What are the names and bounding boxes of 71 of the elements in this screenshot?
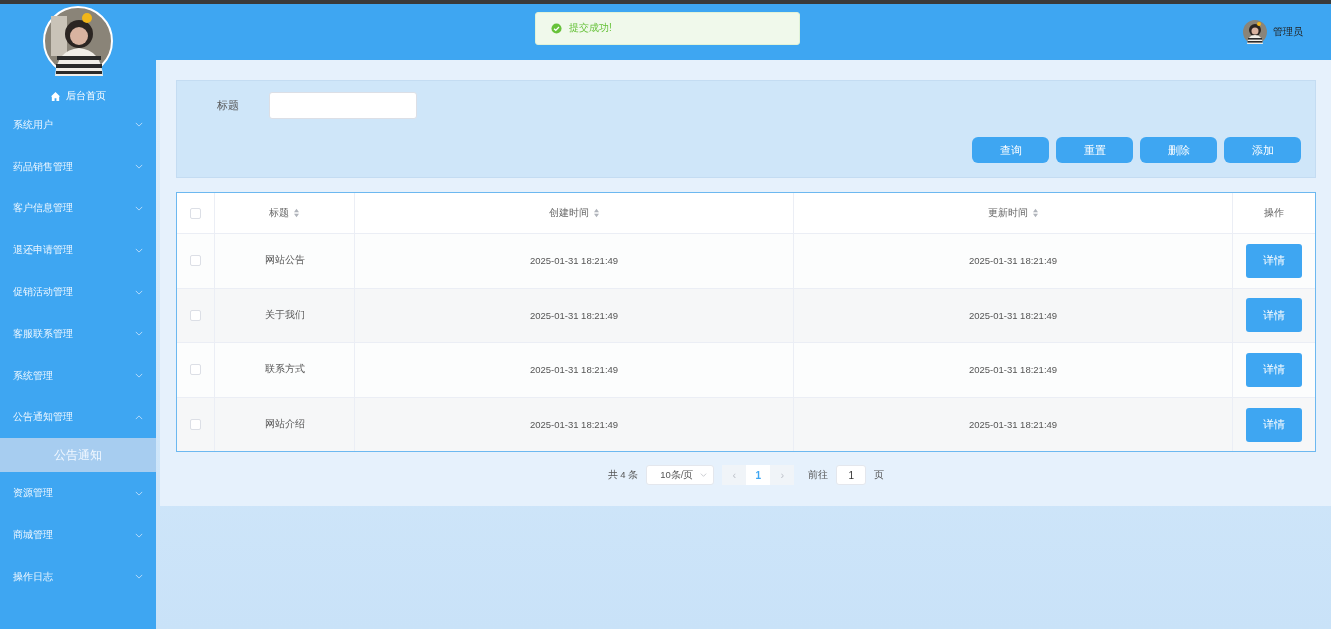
table-cell: 2025-01-31 18:21:49 [529,419,619,431]
home-link[interactable]: 后台首页 [0,88,156,104]
menu-item[interactable]: 客户信息管理 [0,187,156,230]
toast-message: 提交成功! [569,21,612,35]
select-all-checkbox[interactable] [190,207,201,219]
chevron-icon [135,164,143,170]
menu-item[interactable]: 药品销售管理 [0,145,156,188]
table-cell: 2025-01-31 18:21:49 [529,255,619,267]
chevron-icon [135,532,143,538]
row-checkbox[interactable] [190,309,201,321]
detail-button[interactable]: 详情 [1246,298,1302,333]
next-page-button[interactable]: › [770,465,795,486]
page-unit: 页 [874,468,885,482]
sort-icon[interactable] [1031,208,1039,218]
table-cell: 2025-01-31 18:21:49 [968,419,1058,431]
table-cell: 2025-01-31 18:21:49 [529,364,619,376]
menu-item[interactable]: 促销活动管理 [0,271,156,313]
action-button[interactable]: 删除 [1140,137,1217,163]
menu-item[interactable]: 退还申请管理 [0,229,156,272]
sort-icon[interactable] [592,208,600,218]
table-cell: 2025-01-31 18:21:49 [968,364,1058,376]
menu-item[interactable]: 系统用户 [0,104,156,146]
detail-button[interactable]: 详情 [1246,243,1302,278]
chevron-icon [135,122,143,128]
menu-item[interactable]: 资源管理 [0,472,156,515]
detail-button[interactable]: 详情 [1246,353,1302,387]
chevron-icon [135,331,143,337]
table-cell: 2025-01-31 18:21:49 [968,309,1058,321]
table-cell: 2025-01-31 18:21:49 [529,309,619,321]
page-size-select[interactable]: 10条/页 [646,465,715,486]
chevron-icon [135,289,143,295]
chevron-icon [700,473,708,478]
submenu-item[interactable]: 公告通知 [0,438,156,473]
title-input[interactable] [269,92,417,119]
row-checkbox[interactable] [190,419,201,431]
goto-label: 前往 [808,468,829,482]
menu-item[interactable]: 公告通知管理 [0,396,156,439]
chevron-icon [135,247,143,253]
goto-page-input[interactable]: 1 [836,465,867,486]
column-header[interactable]: 标题 [269,206,289,220]
menu-item[interactable]: 系统管理 [0,354,156,397]
table-cell: 网站公告 [264,254,305,268]
column-header[interactable]: 更新时间 [987,206,1028,220]
row-checkbox[interactable] [190,255,201,267]
total-count: 共 4 条 [607,468,639,482]
table-cell: 网站介绍 [264,418,305,432]
page-number[interactable]: 1 [746,465,771,486]
row-checkbox[interactable] [190,364,201,376]
chevron-icon [135,490,143,496]
menu-item[interactable]: 客服联系管理 [0,313,156,355]
chevron-icon [135,574,143,580]
sort-icon[interactable] [293,208,300,218]
home-icon [50,90,61,102]
chevron-icon [135,414,143,420]
user-name: 管理员 [1273,25,1303,39]
column-header[interactable]: 操作 [1264,206,1284,220]
table-cell: 2025-01-31 18:21:49 [968,255,1058,267]
column-header[interactable]: 创建时间 [548,206,589,220]
table-cell: 关于我们 [264,308,305,322]
chevron-icon [135,373,143,379]
menu-item[interactable]: 商城管理 [0,514,156,556]
detail-button[interactable]: 详情 [1246,407,1302,442]
action-button[interactable]: 查询 [972,137,1049,163]
chevron-icon [135,206,143,211]
action-button[interactable]: 重置 [1056,137,1133,163]
action-button[interactable]: 添加 [1224,137,1301,163]
search-label: 标题 [217,98,239,113]
table-cell: 联系方式 [264,363,305,377]
check-circle-icon [551,22,562,34]
menu-item[interactable]: 操作日志 [0,555,156,598]
prev-page-button[interactable]: ‹ [722,465,747,486]
